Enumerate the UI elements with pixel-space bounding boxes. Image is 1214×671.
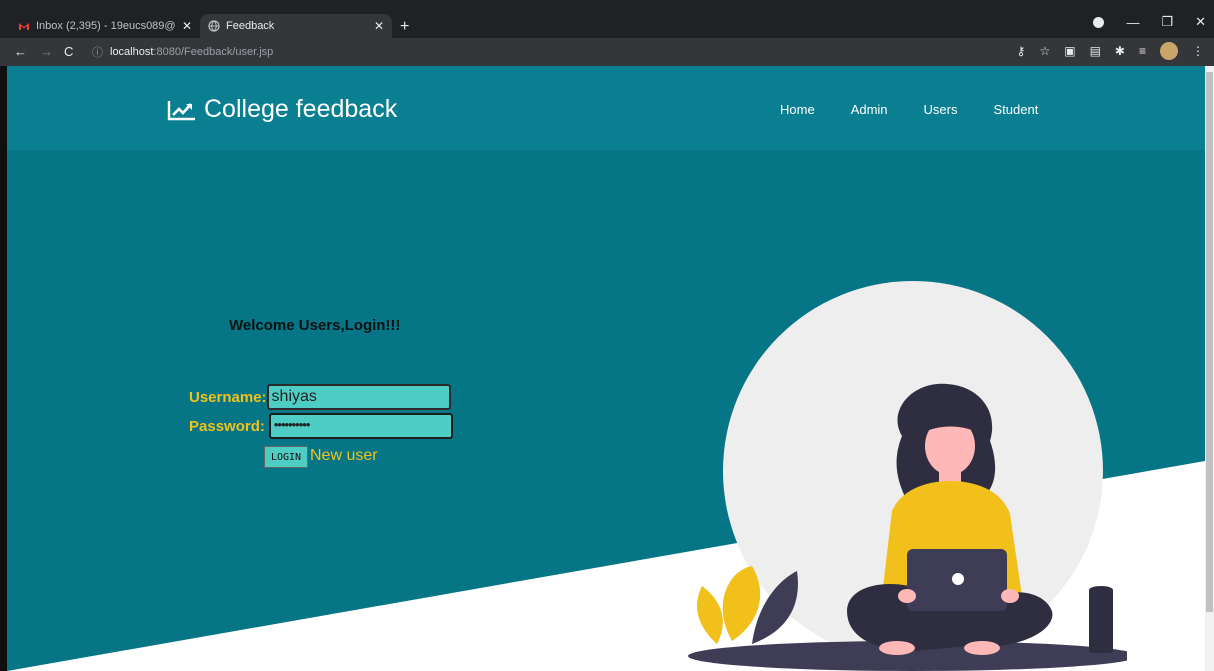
reading-list-icon[interactable]: ≡ <box>1139 44 1146 58</box>
tab-inbox[interactable]: Inbox (2,395) - 19eucs089@skcet ✕ <box>10 14 200 38</box>
nav-home[interactable]: Home <box>780 102 815 117</box>
globe-icon <box>208 20 220 32</box>
maximize-icon[interactable]: ❐ <box>1161 14 1173 30</box>
url-host: localhost <box>110 46 154 58</box>
back-icon[interactable]: ← <box>14 44 27 59</box>
new-user-link[interactable]: New user <box>310 447 378 465</box>
username-label: Username: <box>189 388 267 406</box>
brand-logo[interactable]: College feedback <box>167 95 397 124</box>
password-input[interactable]: •••••••••• <box>268 413 453 439</box>
main-menu: Home Admin Users Student <box>780 102 1074 117</box>
avatar[interactable] <box>1160 42 1178 60</box>
navbar: College feedback Home Admin Users Studen… <box>7 66 1205 150</box>
woman-with-laptop-illustration <box>688 281 1127 671</box>
forward-icon[interactable]: → <box>40 44 53 59</box>
nav-admin[interactable]: Admin <box>851 102 888 117</box>
menu-kebab-icon[interactable]: ⋮ <box>1192 44 1204 58</box>
reload-icon[interactable]: C <box>64 44 73 59</box>
bookmark-star-icon[interactable]: ☆ <box>1039 44 1050 58</box>
password-row: Password: •••••••••• <box>189 413 453 439</box>
nav-student[interactable]: Student <box>994 102 1039 117</box>
welcome-heading: Welcome Users,Login!!! <box>229 317 401 334</box>
window-top <box>0 0 1214 8</box>
nav-users[interactable]: Users <box>924 102 958 117</box>
brand-name: College feedback <box>204 95 398 123</box>
username-row: Username: shiyas <box>189 384 451 410</box>
info-icon[interactable]: ⓘ <box>92 44 103 60</box>
trend-chart-icon <box>167 100 195 120</box>
browser-toolbar: ← → C ⓘ localhost :8080/Feedback/user.js… <box>0 38 1214 66</box>
key-icon[interactable]: ⚷ <box>1017 44 1026 58</box>
username-input[interactable]: shiyas <box>266 384 451 410</box>
tab-title: Feedback <box>226 20 275 32</box>
tab-title: Inbox (2,395) - 19eucs089@skcet <box>36 20 176 32</box>
tab-strip: Inbox (2,395) - 19eucs089@skcet ✕ Feedba… <box>0 8 1214 38</box>
close-tab-icon[interactable]: ✕ <box>182 19 192 33</box>
new-tab-icon[interactable]: + <box>400 18 409 36</box>
minimize-icon[interactable]: — <box>1126 15 1139 30</box>
url-path: :8080/Feedback/user.jsp <box>153 46 274 58</box>
profile-dot-icon[interactable] <box>1093 16 1105 28</box>
scrollbar[interactable] <box>1205 66 1214 671</box>
close-window-icon[interactable]: ✕ <box>1195 14 1206 30</box>
address-bar[interactable]: ⓘ localhost :8080/Feedback/user.jsp <box>92 41 1012 63</box>
extension-icon[interactable]: ▣ <box>1064 44 1075 58</box>
gmail-icon <box>18 20 30 32</box>
scrollbar-thumb[interactable] <box>1206 72 1213 612</box>
extension-icon-2[interactable]: ▤ <box>1090 44 1101 58</box>
close-tab-icon[interactable]: ✕ <box>374 19 384 33</box>
login-button[interactable]: LOGIN <box>264 446 308 468</box>
tab-feedback[interactable]: Feedback ✕ <box>200 14 392 38</box>
page-body: College feedback Home Admin Users Studen… <box>7 66 1205 671</box>
puzzle-icon[interactable]: ✱ <box>1115 44 1125 58</box>
password-label: Password: <box>189 417 265 435</box>
